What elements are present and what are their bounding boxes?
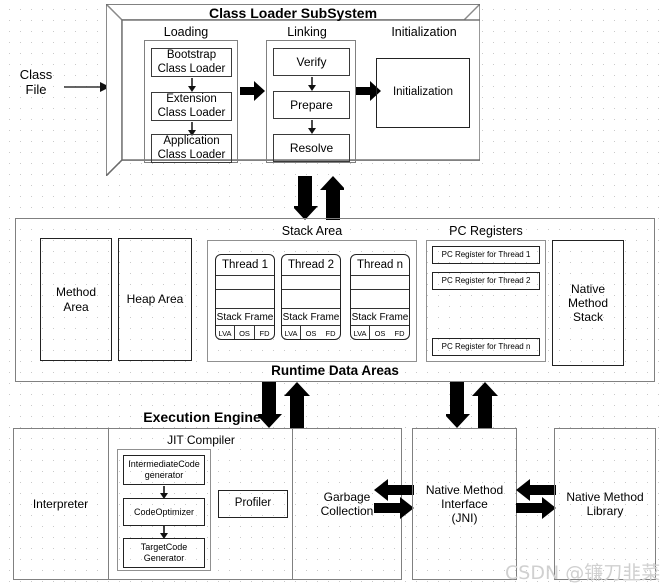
phase-title-loading: Loading xyxy=(163,25,209,39)
jvm-architecture-diagram: Class File Class Loader SubSystem Loadin… xyxy=(0,0,669,588)
runtime-execengine-arrows xyxy=(256,382,312,433)
thread-2-part-lva: LVA xyxy=(282,326,301,339)
jit-compiler-title: JIT Compiler xyxy=(167,433,235,447)
class-file-line2: File xyxy=(25,81,47,97)
interpreter-box[interactable]: Interpreter xyxy=(13,428,109,580)
runtime-jni-arrows xyxy=(444,382,500,433)
native-method-interface-line1: Native Method xyxy=(425,482,504,497)
loading-to-linking-arrow xyxy=(240,81,265,106)
thread-n-name: Thread n xyxy=(351,255,409,276)
native-method-interface-box[interactable]: Native Method Interface (JNI) xyxy=(412,428,517,580)
extension-class-loader-line2: Class Loader xyxy=(157,106,226,119)
application-class-loader-line1: Application xyxy=(163,134,220,147)
thread-n-part-lva: LVA xyxy=(351,326,370,339)
native-method-stack-line1: Native xyxy=(570,281,605,296)
application-class-loader-line2: Class Loader xyxy=(157,148,226,161)
phase-title-linking: Linking xyxy=(287,25,327,39)
thread-2-name: Thread 2 xyxy=(282,255,340,276)
native-method-library-line2: Library xyxy=(586,504,624,518)
thread-1-empty-slot-1 xyxy=(216,276,274,290)
gc-jni-arrows xyxy=(374,479,414,528)
thread-1-name: Thread 1 xyxy=(216,255,274,276)
thread-2-stack-frame: Stack Frame xyxy=(282,309,340,326)
method-area-line1: Method xyxy=(55,285,97,300)
thread-n-empty-slot-1 xyxy=(351,276,409,290)
target-code-generator-line1: TargetCode xyxy=(140,542,188,553)
pc-register-thread-n[interactable]: PC Register for Thread n xyxy=(432,338,540,356)
thread-n-empty-slot-2 xyxy=(351,290,409,309)
thread-1-part-lva: LVA xyxy=(216,326,235,339)
thread-n-part-os: OS xyxy=(374,328,386,338)
profiler-box[interactable]: Profiler xyxy=(218,490,288,518)
target-code-generator-box[interactable]: TargetCode Generator xyxy=(123,538,205,568)
thread-n-stack[interactable]: Thread n Stack Frame LVA OS FD xyxy=(350,254,410,340)
pc-registers-title: PC Registers xyxy=(449,224,523,238)
pc-register-thread-1[interactable]: PC Register for Thread 1 xyxy=(432,246,540,264)
thread-1-part-fd: FD xyxy=(259,328,270,338)
application-class-loader-box[interactable]: Application Class Loader xyxy=(151,134,232,163)
initialization-box[interactable]: Initialization xyxy=(376,58,470,128)
prepare-label: Prepare xyxy=(290,97,333,112)
thread-n-stack-frame: Stack Frame xyxy=(351,309,409,326)
code-optimizer-box[interactable]: CodeOptimizer xyxy=(123,498,205,526)
class-loader-subsystem-title: Class Loader SubSystem xyxy=(208,5,378,21)
extension-class-loader-box[interactable]: Extension Class Loader xyxy=(151,92,232,121)
native-method-library-line1: Native Method xyxy=(566,489,644,504)
thread-1-part-os: OS xyxy=(235,326,255,339)
execution-engine-title: Execution Engine xyxy=(143,409,261,425)
intermediate-code-generator-line1: IntermediateCode xyxy=(128,459,200,470)
intermediate-code-generator-box[interactable]: IntermediateCode generator xyxy=(123,455,205,485)
heap-area-box[interactable]: Heap Area xyxy=(118,238,192,361)
garbage-collection-line2: Collection xyxy=(320,504,374,518)
bootstrap-class-loader-line2: Class Loader xyxy=(157,62,226,75)
profiler-label: Profiler xyxy=(234,497,272,510)
prepare-box[interactable]: Prepare xyxy=(273,91,350,119)
thread-2-empty-slot-1 xyxy=(282,276,340,290)
method-area-box[interactable]: Method Area xyxy=(40,238,112,361)
initialization-label: Initialization xyxy=(392,86,454,99)
verify-label: Verify xyxy=(296,54,327,69)
resolve-box[interactable]: Resolve xyxy=(273,134,350,162)
thread-1-stack-frame: Stack Frame xyxy=(216,309,274,326)
thread-2-part-fd: FD xyxy=(325,328,336,338)
native-method-interface-line2: Interface xyxy=(441,496,488,511)
extension-class-loader-line1: Extension xyxy=(166,92,217,105)
phase-title-initialization: Initialization xyxy=(391,25,457,39)
verify-box[interactable]: Verify xyxy=(273,48,350,76)
native-method-stack-line2: Method xyxy=(567,295,609,310)
thread-2-empty-slot-2 xyxy=(282,290,340,309)
heap-area-label: Heap Area xyxy=(126,292,184,307)
interpreter-label: Interpreter xyxy=(32,496,89,511)
native-method-stack-line3: Stack xyxy=(572,310,603,325)
thread-2-part-os: OS xyxy=(305,328,317,338)
thread-1-empty-slot-2 xyxy=(216,290,274,309)
stack-area-title: Stack Area xyxy=(281,224,343,238)
native-method-interface-line3: (JNI) xyxy=(451,511,478,526)
class-file-arrow xyxy=(64,80,110,99)
thread-n-part-fd: FD xyxy=(394,328,405,338)
class-file-label: Class File xyxy=(8,67,64,98)
garbage-collection-line1: Garbage xyxy=(323,489,371,504)
bootstrap-class-loader-box[interactable]: Bootstrap Class Loader xyxy=(151,48,232,77)
pc-register-thread-2[interactable]: PC Register for Thread 2 xyxy=(432,272,540,290)
native-method-stack-box[interactable]: Native Method Stack xyxy=(552,240,624,366)
thread-1-stack[interactable]: Thread 1 Stack Frame LVA OS FD xyxy=(215,254,275,340)
jni-library-arrows xyxy=(516,479,556,528)
code-optimizer-label: CodeOptimizer xyxy=(133,506,195,517)
bootstrap-class-loader-line1: Bootstrap xyxy=(166,48,217,61)
intermediate-code-generator-line2: generator xyxy=(144,470,184,480)
class-file-line1: Class xyxy=(19,67,53,82)
watermark: CSDN @镰刀韭菜 xyxy=(505,562,661,584)
thread-2-stack[interactable]: Thread 2 Stack Frame LVA OS FD xyxy=(281,254,341,340)
resolve-label: Resolve xyxy=(289,140,334,155)
method-area-line2: Area xyxy=(63,299,89,314)
target-code-generator-line2: Generator xyxy=(143,553,185,563)
